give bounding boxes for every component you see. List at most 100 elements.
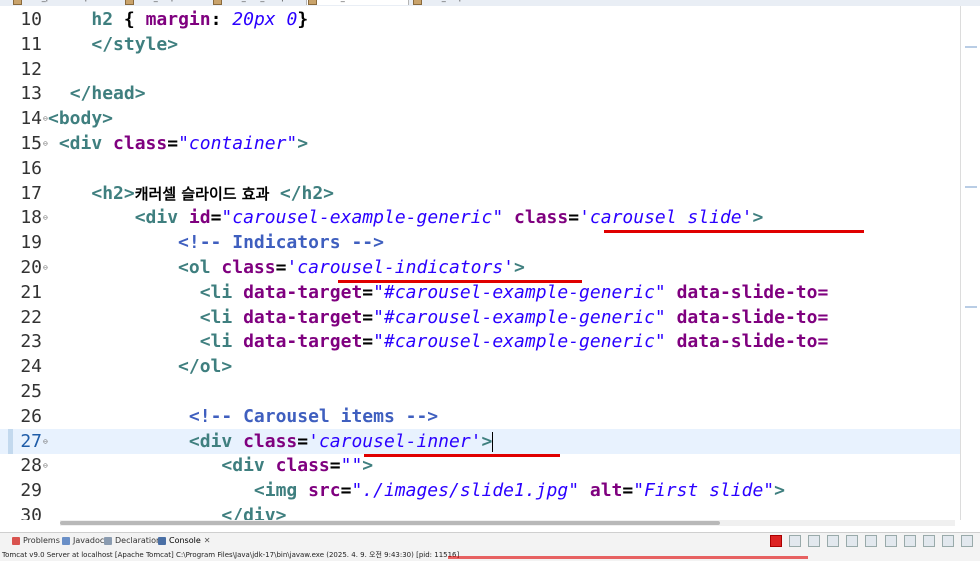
word-wrap-icon[interactable] (865, 535, 878, 547)
code-line[interactable]: 12 (0, 57, 980, 82)
remove-launch-icon[interactable] (789, 535, 802, 547)
code-editor[interactable]: 10 h2 { margin: 20px 0} 11 </style> 12 13 <… (0, 6, 980, 520)
panel-tab-javadoc[interactable]: Javadoc (62, 536, 104, 545)
line-number: 27 (20, 430, 42, 452)
console-toolbar (770, 535, 975, 547)
pin-console-icon[interactable] (884, 535, 897, 547)
code-line[interactable]: 17 <h2>캐러셀 슬라이드 효과 </h2> (0, 181, 980, 206)
code-token: "#carousel-example-generic" (373, 331, 666, 353)
code-token: > (514, 257, 525, 278)
code-token: h2 (91, 9, 114, 30)
remove-all-icon[interactable] (808, 535, 821, 547)
line-number: 11 (20, 33, 42, 55)
code-token: <li (199, 281, 244, 303)
code-token: <img (253, 480, 309, 502)
code-token: { (113, 9, 146, 30)
editor-tab[interactable]: ex07_tabpane.html (124, 0, 212, 5)
editor-tab-label: ex08_dropdown.html (422, 0, 506, 2)
declaration-icon (104, 537, 112, 545)
scroll-lock-icon[interactable] (846, 535, 859, 547)
panel-tab-console[interactable]: Console ✕ (158, 536, 210, 545)
scrollbar-thumb[interactable] (60, 521, 720, 525)
code-token: "carousel-example-generic" (221, 207, 504, 229)
clear-console-icon[interactable] (827, 535, 840, 547)
code-text: <li data-target="#carousel-example-gener… (48, 280, 829, 305)
code-line[interactable]: 10 h2 { margin: 20px 0} (0, 7, 980, 32)
code-token: 캐러셀 슬라이드 효과 (134, 184, 280, 203)
editor-tab-label: *ex09_carousel.html (317, 0, 399, 2)
annotation-underline-carousel-indicators (338, 280, 582, 283)
ruler-mark[interactable] (965, 306, 977, 308)
code-line[interactable]: 30 </div> (0, 503, 980, 520)
code-text: <img src="./images/slide1.jpg" alt="Firs… (48, 478, 785, 503)
code-line[interactable]: 18 ⊖ <div id="carousel-example-generic" c… (0, 205, 980, 230)
close-icon[interactable]: ✕ (399, 0, 409, 2)
editor-tab[interactable]: *ex09_carousel.html ✕ (306, 0, 410, 5)
panel-tab-problems[interactable]: Problems (12, 536, 60, 545)
code-token: <!-- Indicators --> (178, 232, 384, 254)
ruler-mark[interactable] (965, 186, 977, 188)
editor-tab-label: ex07_tabpane.html (134, 0, 212, 2)
overview-ruler[interactable] (960, 6, 980, 520)
code-line[interactable]: 11 </style> (0, 32, 980, 57)
code-line[interactable]: 14 ⊖ <body> (0, 106, 980, 131)
code-line[interactable]: 19 <!-- Indicators --> (0, 230, 980, 255)
code-line[interactable]: 21 <li data-target="#carousel-example-ge… (0, 280, 980, 305)
code-token: = (622, 480, 634, 502)
code-token: > (297, 133, 309, 154)
display-console-icon[interactable] (903, 535, 916, 547)
panel-tab-declaration[interactable]: Declaration (104, 536, 161, 545)
code-line[interactable]: 15 ⊖ <div class="container"> (0, 131, 980, 156)
annotation-underline-carousel-inner (364, 454, 560, 457)
code-text: </style> (48, 32, 178, 57)
horizontal-scrollbar[interactable] (60, 520, 955, 526)
code-token: = (340, 480, 352, 502)
editor-tab[interactable]: ex08_dropdown.html (412, 0, 506, 5)
code-line[interactable]: 24 </ol> (0, 354, 980, 379)
line-number: 18 (20, 207, 42, 229)
code-token: 'carousel-inner' (308, 430, 482, 452)
open-console-icon[interactable] (922, 535, 935, 547)
code-token: data-target (243, 281, 363, 303)
code-line[interactable]: 25 (0, 379, 980, 404)
code-line[interactable]: 23 <li data-target="#carousel-example-ge… (0, 329, 980, 354)
line-number: 21 (20, 281, 42, 303)
ruler-mark[interactable] (965, 46, 977, 48)
code-line[interactable]: 16 (0, 156, 980, 181)
code-text: </ol> (48, 354, 232, 379)
terminate-icon[interactable] (770, 535, 782, 547)
code-line[interactable]: 29 <img src="./images/slide1.jpg" alt="F… (0, 478, 980, 503)
code-token: = (362, 281, 374, 303)
code-token: </head> (69, 83, 146, 105)
minimize-icon[interactable] (941, 535, 954, 547)
code-line-current[interactable]: 27 ⊖ <div class='carousel-inner'> (0, 428, 980, 454)
code-line[interactable]: 13 </head> (0, 81, 980, 106)
code-token: "./images/slide1.jpg" (351, 480, 580, 502)
code-token: data-slide-to= (676, 331, 829, 353)
editor-tab[interactable]: ex09_nav_sample.html (212, 0, 314, 5)
code-line[interactable]: 20 ⊖ <ol class='carousel-indicators'> (0, 255, 980, 280)
code-token: = (568, 207, 580, 229)
code-text: <li data-target="#carousel-example-gener… (48, 305, 829, 330)
code-token: <div (134, 207, 189, 229)
code-line[interactable]: 22 <li data-target="#carousel-example-ge… (0, 305, 980, 330)
code-line[interactable]: 26 <!-- Carousel items --> (0, 404, 980, 429)
editor-tab[interactable]: ex07_panelsample.html (12, 0, 118, 5)
line-number: 12 (20, 58, 42, 80)
code-line[interactable]: 28 ⊖ <div class=""> (0, 453, 980, 478)
line-number: 20 (20, 257, 42, 278)
code-token: > (362, 455, 374, 477)
maximize-icon[interactable] (960, 535, 973, 547)
line-number: 15 (20, 133, 42, 154)
close-icon[interactable]: ✕ (204, 536, 211, 545)
